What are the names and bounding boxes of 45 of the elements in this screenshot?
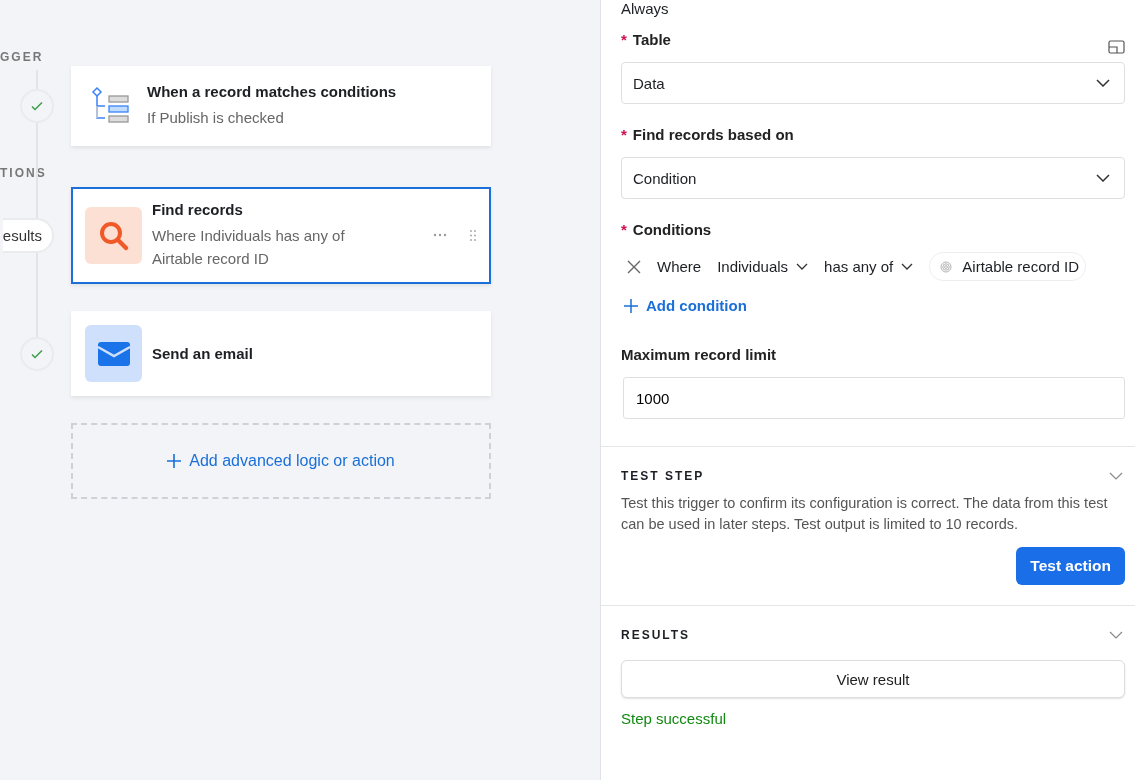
- plus-icon: [167, 454, 182, 468]
- add-logic-button[interactable]: Add advanced logic or action: [71, 423, 491, 499]
- test-action-button[interactable]: Test action: [1016, 547, 1125, 585]
- chevron-icon: [1096, 79, 1110, 87]
- fingerprint-icon: [940, 260, 953, 273]
- view-result-button[interactable]: View result: [621, 660, 1125, 698]
- limit-input[interactable]: 1000: [623, 377, 1125, 419]
- chevron-icon: [1096, 174, 1110, 182]
- operator-dropdown[interactable]: has any of: [824, 258, 914, 275]
- add-condition-button[interactable]: Add condition: [621, 297, 747, 314]
- expand-icon[interactable]: [1108, 39, 1125, 54]
- step-subtitle: Where Individuals has any of Airtable record ID: [152, 226, 346, 269]
- test-description: Test this trigger to confirm its configuration is correct. The data from this test can be used in later steps. Test output is limited to 10 records.: [621, 494, 1109, 534]
- step-title: Find records: [152, 201, 244, 218]
- table-select[interactable]: Data: [621, 62, 1125, 104]
- section-heading: RESULTS: [621, 628, 691, 642]
- field-label: * Find records based on: [621, 126, 795, 143]
- section-heading: TEST STEP: [621, 469, 705, 483]
- step-card[interactable]: Find records Where Individuals has any of Airtable record ID: [71, 187, 491, 284]
- based-on-select[interactable]: Condition: [621, 157, 1125, 199]
- section-label: GGER: [0, 50, 42, 66]
- close-icon[interactable]: [627, 259, 641, 274]
- field-label: * Table: [621, 31, 671, 48]
- field-label: * Conditions: [621, 221, 713, 238]
- step-card[interactable]: When a record matches conditions If Publish is checked: [71, 66, 491, 146]
- search-icon: [85, 207, 142, 264]
- status-text: Step successful: [621, 710, 728, 727]
- field-label: Maximum record limit: [621, 346, 778, 363]
- step-subtitle: If Publish is checked: [147, 108, 285, 128]
- plus-icon: [624, 298, 638, 313]
- trigger-value: Always: [621, 0, 670, 17]
- field-dropdown[interactable]: Individuals: [717, 258, 809, 275]
- step-title: Send an email: [152, 345, 254, 362]
- step-title: When a record matches conditions: [147, 83, 398, 100]
- results-pill[interactable]: esults: [2, 218, 54, 253]
- chevron-icon[interactable]: [1109, 631, 1123, 639]
- more-icon[interactable]: [433, 233, 447, 237]
- step-card[interactable]: Send an email: [71, 311, 491, 396]
- value-chip[interactable]: Airtable record ID: [929, 252, 1086, 281]
- envelope-icon: [85, 325, 142, 382]
- condition-prefix: Where: [657, 258, 702, 275]
- chevron-icon: [796, 263, 809, 270]
- chevron-icon: [901, 263, 914, 270]
- drag-handle-icon[interactable]: [469, 229, 477, 242]
- chevron-icon[interactable]: [1109, 472, 1123, 480]
